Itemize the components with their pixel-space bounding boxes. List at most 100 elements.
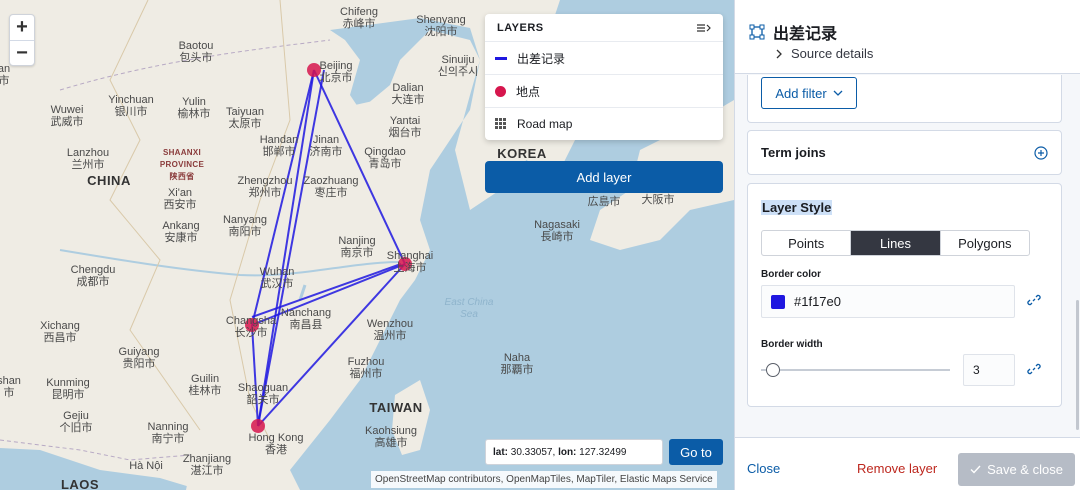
layer-style-section: Layer Style Points Lines Polygons Border… <box>747 183 1062 407</box>
place-label-daban: 大阪市 <box>642 194 675 206</box>
term-joins-title: Term joins <box>761 145 826 160</box>
layer-label: 出差记录 <box>517 51 566 66</box>
zoom-control: + − <box>9 14 35 66</box>
region-label-korea: KOREA <box>497 146 547 161</box>
coordinate-input[interactable]: lat: 30.33057, lon: 127.32499 <box>485 439 663 465</box>
place-label-ankang: Ankang 安康市 <box>162 220 199 244</box>
place-label-nagasaki: Nagasaki 長崎市 <box>534 219 580 243</box>
place-label-jinan: Jinan 济南市 <box>310 134 343 158</box>
panel-header: 出差记录 Source details <box>735 0 1080 74</box>
layer-label: 地点 <box>516 84 541 99</box>
place-label-wuwei: Wuwei 武威市 <box>51 104 84 128</box>
region-label-taiwan: TAIWAN <box>369 400 423 415</box>
zoom-out-button[interactable]: − <box>10 40 34 65</box>
term-joins-section: Term joins <box>747 130 1062 175</box>
source-details-toggle[interactable]: Source details <box>775 46 873 61</box>
link-icon[interactable] <box>1027 362 1041 376</box>
place-label-line: Kaohsiung <box>365 425 417 437</box>
place-label-chengdu: Chengdu 成都市 <box>71 264 116 288</box>
map-canvas[interactable]: Chifeng 赤峰市 Shenyang 沈阳市 Sinuiju 신의주시 Baotou 包头… <box>0 0 734 490</box>
add-filter-button[interactable]: Add filter <box>761 77 857 109</box>
place-label-line: 高雄市 <box>374 437 408 449</box>
place-label-fuzhou: Fuzhou 福州市 <box>348 356 385 380</box>
place-label-guangshi: 広島市 <box>588 196 621 208</box>
place-label-kaohsiung: Kaohsiung 高雄市 <box>365 425 417 449</box>
place-label-line: Kunming <box>46 377 90 389</box>
border-width-slider-track[interactable] <box>761 369 950 371</box>
collapse-panel-icon[interactable] <box>697 23 711 33</box>
place-label-hanoi: Hà Nội <box>129 460 163 472</box>
place-label-line: Dalian <box>392 82 424 94</box>
source-details-label: Source details <box>791 46 874 61</box>
layer-item-trips[interactable]: 出差记录 <box>485 42 723 75</box>
place-label-line: Shenyang <box>416 14 466 26</box>
place-point-hongkong[interactable] <box>251 419 265 433</box>
zoom-in-button[interactable]: + <box>10 15 34 40</box>
border-width-input[interactable]: 3 <box>963 354 1015 386</box>
place-label-zhanjiang: Zhanjiang 湛江市 <box>183 453 231 477</box>
close-button[interactable]: Close <box>747 461 780 476</box>
place-label-line: Wuwei <box>50 104 84 116</box>
place-label-line: 成都市 <box>76 276 110 288</box>
layers-header: LAYERS <box>485 14 723 42</box>
tab-polygons[interactable]: Polygons <box>939 231 1029 255</box>
panel-footer: Close Remove layer Save & close <box>735 437 1080 490</box>
place-label-line: 신의주시 <box>437 66 479 78</box>
vector-layer-icon <box>749 24 765 40</box>
place-label-line: 湛江市 <box>190 465 224 477</box>
border-color-picker[interactable]: #1f17e0 <box>761 285 1015 318</box>
place-label-line: Wuhan <box>259 266 295 278</box>
place-label-baotou: Baotou 包头市 <box>179 40 214 64</box>
trip-line-beijing-hongkong[interactable] <box>257 69 325 427</box>
border-width-slider-thumb[interactable] <box>765 363 780 377</box>
lat-value: 30.33057, <box>510 446 556 458</box>
remove-layer-button[interactable]: Remove layer <box>857 461 937 476</box>
link-icon[interactable] <box>1027 293 1041 307</box>
place-label-line: Chengdu <box>70 264 116 276</box>
place-label-line: 安康市 <box>164 232 198 244</box>
place-label-line: 西昌市 <box>43 332 77 344</box>
tab-points[interactable]: Points <box>762 231 850 255</box>
place-label-line: Changsha <box>225 315 277 327</box>
chevron-right-icon <box>776 49 782 58</box>
place-label-nanyang: Nanyang 南阳市 <box>223 214 267 238</box>
tile-grid-icon <box>495 118 507 130</box>
place-label-line: 沈阳市 <box>424 26 458 38</box>
place-label-line: 济南市 <box>309 146 343 158</box>
layer-item-places[interactable]: 地点 <box>485 75 723 108</box>
place-label-line: 西安市 <box>163 199 197 211</box>
place-label-line: 榆林市 <box>177 108 211 120</box>
region-label-line: SHAANXI <box>162 148 202 157</box>
place-label-line: 大阪市 <box>641 194 675 206</box>
layer-name: 出差记录 <box>773 26 838 43</box>
place-label-line: 温州市 <box>373 330 407 342</box>
place-label-line: Taiyuan <box>226 106 264 118</box>
panel-scrollbar[interactable] <box>1076 300 1079 430</box>
place-label-naha: Naha 那覇市 <box>501 352 534 376</box>
layer-style-title: Layer Style <box>761 200 833 215</box>
layer-item-road-map[interactable]: Road map <box>485 108 723 140</box>
place-label-line: 昆明市 <box>51 389 85 401</box>
add-layer-button[interactable]: Add layer <box>485 161 723 193</box>
place-label-beijing: Beijing 北京市 <box>319 60 352 84</box>
place-label-line: Nanyang <box>222 214 268 226</box>
place-label-line: Qingdao <box>364 146 406 158</box>
place-label-line: an <box>0 63 11 75</box>
region-label-line: PROVINCE <box>159 160 205 169</box>
trip-line-changsha-hongkong[interactable] <box>251 324 259 427</box>
add-join-icon[interactable] <box>1034 145 1048 160</box>
place-label-yantai: Yantai 烟台市 <box>389 115 422 139</box>
place-label-nanning: Nanning 南宁市 <box>148 421 189 445</box>
place-label-line: 桂林市 <box>188 385 222 397</box>
place-label-qingdao: Qingdao 青岛市 <box>364 146 406 170</box>
tab-lines[interactable]: Lines <box>850 231 940 255</box>
lon-value: 127.32499 <box>579 446 627 458</box>
style-type-tabs: Points Lines Polygons <box>761 230 1030 256</box>
region-label-shaanxi: SHAANXI PROVINCE 陕西省 <box>160 147 204 183</box>
place-label-line: 贵阳市 <box>122 358 156 370</box>
place-label-line: 南京市 <box>340 247 374 259</box>
go-to-button[interactable]: Go to <box>669 439 723 465</box>
place-label-guiyang: Guiyang 贵阳市 <box>119 346 160 370</box>
place-label-line: 武威市 <box>50 116 84 128</box>
save-close-button[interactable]: Save & close <box>958 453 1075 486</box>
